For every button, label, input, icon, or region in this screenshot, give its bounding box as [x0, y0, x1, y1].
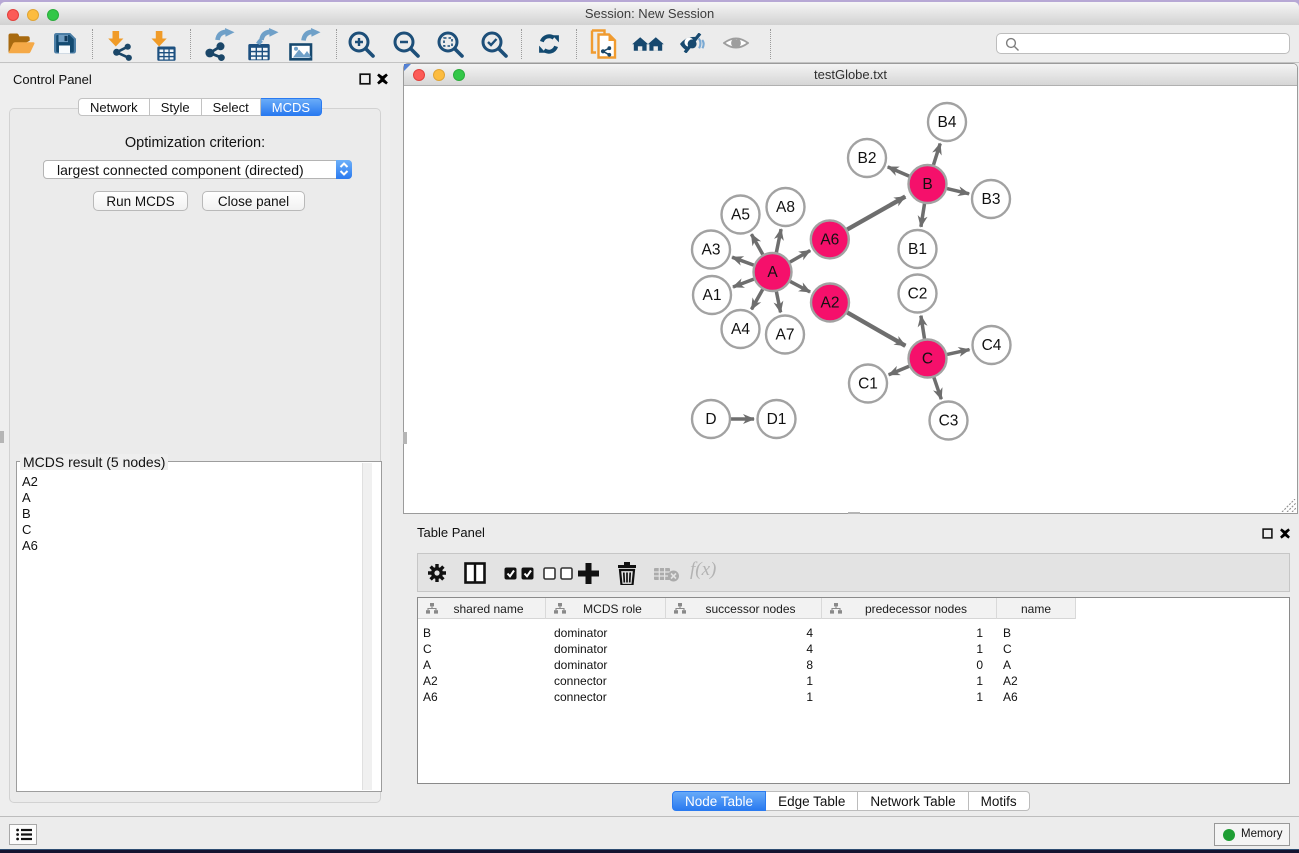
- svg-text:A4: A4: [731, 321, 750, 338]
- svg-text:C4: C4: [982, 337, 1002, 354]
- svg-text:B2: B2: [858, 150, 877, 167]
- svg-text:B1: B1: [908, 241, 927, 258]
- svg-text:A6: A6: [820, 232, 839, 249]
- svg-text:C: C: [922, 351, 933, 368]
- svg-text:B4: B4: [938, 114, 957, 131]
- svg-text:C1: C1: [858, 376, 878, 393]
- svg-text:A7: A7: [776, 327, 795, 344]
- svg-text:D1: D1: [767, 411, 787, 428]
- svg-text:A8: A8: [776, 199, 795, 216]
- svg-text:C3: C3: [939, 413, 959, 430]
- svg-text:A: A: [767, 264, 778, 281]
- svg-text:B3: B3: [982, 191, 1001, 208]
- svg-text:A2: A2: [821, 295, 840, 312]
- svg-text:D: D: [705, 411, 716, 428]
- svg-text:A1: A1: [703, 287, 722, 304]
- svg-text:A3: A3: [702, 242, 721, 259]
- svg-text:A5: A5: [731, 207, 750, 224]
- svg-text:B: B: [922, 176, 932, 193]
- svg-text:C2: C2: [908, 286, 928, 303]
